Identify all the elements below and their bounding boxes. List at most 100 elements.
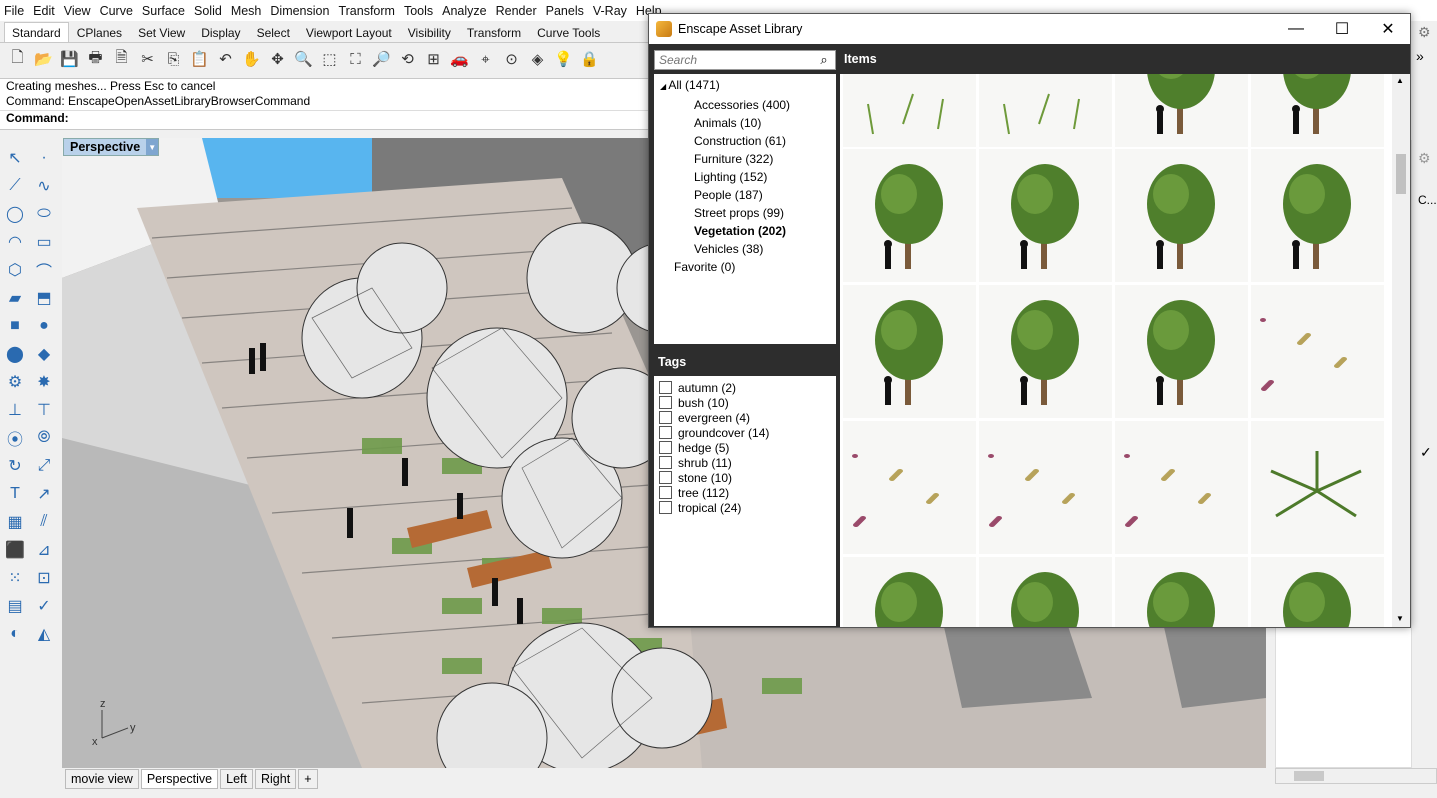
explode-icon[interactable]: ✸ [30,368,58,396]
menu-v-ray[interactable]: V-Ray [589,4,632,18]
zoom-window-icon[interactable]: ⬚ [318,48,341,71]
scale-icon[interactable]: ⤢ [30,452,58,480]
pan-hand-icon[interactable]: ✋ [240,48,263,71]
tab-cplanes[interactable]: CPlanes [69,22,130,42]
menu-analyze[interactable]: Analyze [438,4,491,18]
tag-checkbox[interactable] [659,456,672,469]
tag-item[interactable]: evergreen (4) [654,410,836,425]
arc-icon[interactable]: ◠ [1,228,29,256]
menu-mesh[interactable]: Mesh [227,4,267,18]
box-icon[interactable]: ■ [1,312,29,340]
measure-icon[interactable]: ⊿ [30,536,58,564]
horizontal-scrollbar[interactable] [1275,768,1437,784]
tag-item[interactable]: hedge (5) [654,440,836,455]
category-item[interactable]: Vegetation (202) [654,222,836,240]
tag-checkbox[interactable] [659,501,672,514]
asset-thumbnail[interactable] [1115,421,1248,554]
asset-thumbnail[interactable] [843,285,976,418]
asset-thumbnail[interactable] [1251,74,1384,147]
polygon-icon[interactable]: ⬡ [1,256,29,284]
paste-icon[interactable]: 📋 [188,48,211,71]
asset-thumbnail[interactable] [1115,557,1248,627]
light-bulb-icon[interactable]: 💡 [552,48,575,71]
tag-item[interactable]: bush (10) [654,395,836,410]
tag-item[interactable]: shrub (11) [654,455,836,470]
menu-panels[interactable]: Panels [542,4,589,18]
tag-checkbox[interactable] [659,486,672,499]
menu-transform[interactable]: Transform [334,4,400,18]
asset-thumbnail[interactable] [843,74,976,147]
curve-icon[interactable]: ∿ [30,172,58,200]
menu-surface[interactable]: Surface [138,4,190,18]
asset-thumbnail[interactable] [979,421,1112,554]
tab-set-view[interactable]: Set View [130,22,193,42]
tab-select[interactable]: Select [249,22,298,42]
category-item[interactable]: Construction (61) [654,132,836,150]
menu-view[interactable]: View [60,4,96,18]
search-input[interactable] [655,52,815,68]
tag-checkbox[interactable] [659,396,672,409]
fillet-icon[interactable]: ⌒ [30,256,58,284]
scrollbar-thumb[interactable] [1294,771,1324,781]
copy-icon[interactable]: ⎘ [162,48,185,71]
asset-thumbnail[interactable] [843,557,976,627]
category-item[interactable]: ◢ All (1471) [654,76,836,96]
polyline-icon[interactable]: ⟋ [1,172,29,200]
category-item[interactable]: Favorite (0) [654,258,836,276]
tab-perspective[interactable]: Perspective [140,769,219,789]
gear-icon[interactable]: ⚙ [1418,150,1431,167]
surface-icon[interactable]: ▰ [1,284,29,312]
double-chevron-icon[interactable]: » [1416,48,1424,64]
tag-item[interactable]: groundcover (14) [654,425,836,440]
tab-curve-tools[interactable]: Curve Tools [529,22,608,42]
tab-transform[interactable]: Transform [459,22,529,42]
tab-standard[interactable]: Standard [4,22,69,42]
tag-checkbox[interactable] [659,381,672,394]
tag-checkbox[interactable] [659,426,672,439]
tab-viewport-layout[interactable]: Viewport Layout [298,22,400,42]
category-item[interactable]: People (187) [654,186,836,204]
asset-thumbnail[interactable] [843,149,976,282]
snap-icon[interactable]: ⌖ [474,48,497,71]
tab-visibility[interactable]: Visibility [400,22,459,42]
scroll-down-icon[interactable]: ▼ [1396,614,1404,623]
tab-right[interactable]: Right [255,769,297,789]
maximize-icon[interactable]: ☐ [1319,14,1365,44]
category-item[interactable]: Animals (10) [654,114,836,132]
asset-thumbnail[interactable] [979,285,1112,418]
solid-box-icon[interactable]: ⬛ [1,536,29,564]
menu-curve[interactable]: Curve [96,4,138,18]
category-item[interactable]: Street props (99) [654,204,836,222]
asset-thumbnail[interactable] [979,557,1112,627]
array-icon[interactable]: ⁙ [1,564,29,592]
material-icon[interactable]: ◈ [526,48,549,71]
scrollbar-thumb[interactable] [1396,154,1406,194]
zoom-selected-icon[interactable]: 🔎 [370,48,393,71]
save-icon[interactable]: 💾 [58,48,81,71]
align-icon[interactable]: ⫽ [30,508,58,536]
scroll-up-icon[interactable]: ▲ [1396,76,1404,85]
undo-icon[interactable]: ↶ [214,48,237,71]
asset-thumbnail[interactable] [1251,285,1384,418]
viewport-name[interactable]: Perspective [64,140,146,154]
asset-thumbnail[interactable] [1251,421,1384,554]
cut-icon[interactable]: ✂ [136,48,159,71]
search-box[interactable]: ⌕ [654,50,836,70]
window-title-bar[interactable]: Enscape Asset Library — ☐ ✕ [649,14,1410,44]
object-snap-icon[interactable]: ⊙ [500,48,523,71]
viewport-title[interactable]: Perspective ▼ [63,138,160,156]
items-scrollbar[interactable]: ▲ ▼ [1392,74,1410,627]
tag-item[interactable]: stone (10) [654,470,836,485]
cylinder-icon[interactable]: ⬤ [1,340,29,368]
new-file-icon[interactable]: 🗋 [6,48,29,71]
menu-dimension[interactable]: Dimension [266,4,334,18]
trim-icon[interactable]: ⊥ [1,396,29,424]
sphere-icon[interactable]: ● [30,312,58,340]
menu-tools[interactable]: Tools [400,4,438,18]
asset-thumbnail[interactable] [843,421,976,554]
asset-thumbnail[interactable] [1251,557,1384,627]
close-icon[interactable]: ✕ [1365,14,1411,44]
extrude-icon[interactable]: ⬒ [30,284,58,312]
dimension-icon[interactable]: ↗ [30,480,58,508]
asset-thumbnail[interactable] [1115,149,1248,282]
